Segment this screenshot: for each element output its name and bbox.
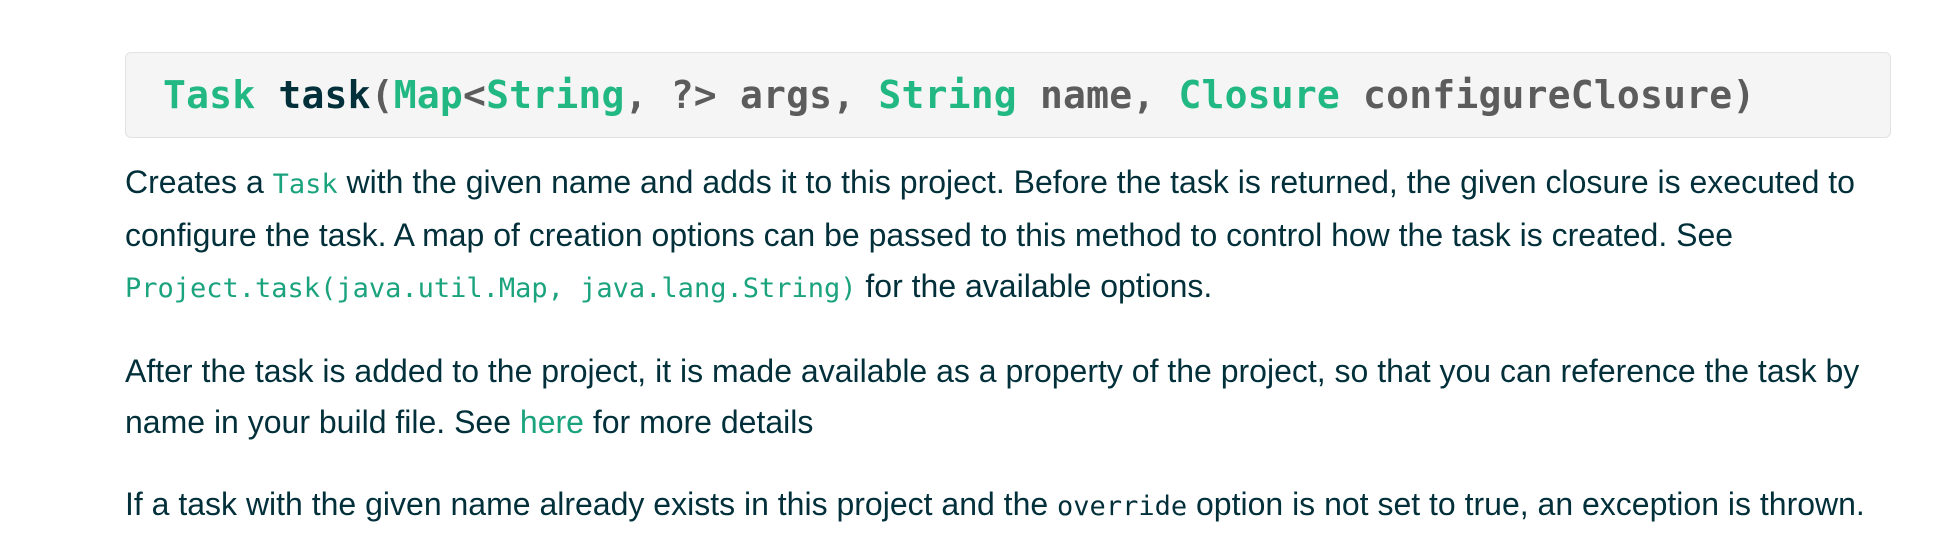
description-paragraph-1: Creates a Task with the given name and a… (125, 157, 1891, 314)
close-paren: ) (1732, 73, 1756, 117)
override-code: override (1057, 491, 1188, 522)
open-paren: ( (370, 73, 394, 117)
p1-text-a: Creates a (125, 164, 273, 200)
here-link[interactable]: here (520, 404, 584, 440)
param2-type: String (878, 73, 1017, 117)
description-paragraph-3: If a task with the given name already ex… (125, 479, 1891, 532)
p1-text-c: for the available options. (856, 268, 1213, 304)
generic-open: < (463, 73, 487, 117)
project-task-method-link[interactable]: Project.task(java.util.Map, java.lang.St… (125, 273, 857, 304)
p2-text-b: for more details (583, 404, 814, 440)
p3-text-b: option is not set to true, an exception … (1187, 486, 1865, 522)
p3-text-a: If a task with the given name already ex… (125, 486, 1058, 522)
param3-name: configureClosure (1339, 73, 1733, 117)
method-doc: Task task(Map < String, ?> args, String na… (125, 52, 1891, 532)
description-paragraph-2: After the task is added to the project, … (125, 346, 1891, 448)
p2-text-a: After the task is added to the project, … (125, 353, 1860, 440)
param3-type: Closure (1178, 73, 1340, 117)
return-type: Task (163, 73, 256, 117)
param1-name: args, (716, 73, 879, 117)
method-name: task (278, 73, 371, 117)
p1-text-b: with the given name and adds it to this … (125, 164, 1855, 253)
param2-name: name, (1016, 73, 1179, 117)
task-type-link[interactable]: Task (273, 169, 338, 200)
method-signature: Task task(Map < String, ?> args, String na… (125, 52, 1891, 138)
param1-type-map: Map (393, 73, 464, 117)
param1-type-string: String (486, 73, 625, 117)
generic-rest: , ?> (624, 73, 717, 117)
